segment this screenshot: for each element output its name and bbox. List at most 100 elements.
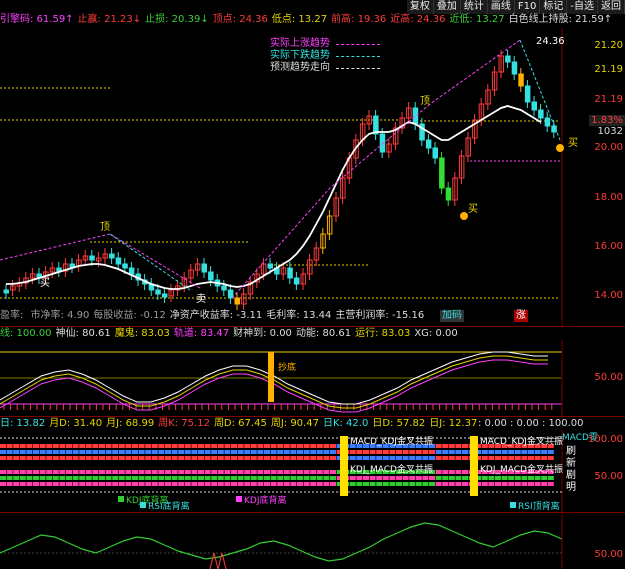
indicator2-band-cell — [462, 444, 468, 448]
indicator2-band-cell — [79, 470, 86, 474]
indicator2-band-cell — [118, 450, 125, 454]
indicator2-band-cell — [244, 476, 251, 480]
toolbar-button[interactable]: 统计 — [460, 0, 488, 14]
indicator2-band-cell — [541, 450, 548, 454]
indicator2-band-cell — [132, 444, 138, 448]
candle-body — [445, 187, 452, 201]
indicator2-band-cell — [165, 450, 171, 454]
toolbar-button[interactable]: 返回 — [598, 0, 625, 14]
indicator2-band-cell — [59, 482, 66, 486]
indicator2-band-cell — [541, 476, 548, 480]
candle-body — [128, 267, 135, 275]
toolbar-button[interactable]: 标记 — [540, 0, 568, 14]
indicator2-band-cell — [442, 470, 449, 474]
toolbar-button[interactable]: 复权 — [406, 0, 434, 14]
indicator2-band-cell — [231, 476, 237, 480]
indicator2-band-cell — [26, 482, 33, 486]
candle-body — [201, 263, 207, 273]
indicator2-band-cell — [59, 456, 66, 460]
indicator1-chart[interactable]: 抄底 — [0, 340, 625, 416]
toolbar-button[interactable]: -自选 — [567, 0, 598, 14]
indicator2-band-cell — [409, 456, 416, 460]
indicator2-band-cell — [442, 450, 449, 454]
indicator2-band-cell — [85, 476, 92, 480]
indicator2-band-cell — [151, 450, 158, 454]
indicator2-band-cell — [250, 476, 257, 480]
indicator2-band-cell — [270, 450, 277, 454]
indicator2-band-cell — [501, 456, 508, 460]
indicator2-band-cell — [462, 470, 468, 474]
indicator2-band-cell — [19, 444, 26, 448]
candle-body — [531, 101, 537, 111]
indicator2-band-cell — [521, 450, 528, 454]
indicator2-band-cell — [290, 482, 297, 486]
trend-legend: 实际上涨趋势 实际下跌趋势 预测趋势走向 — [270, 38, 380, 74]
toolbar-button[interactable]: 画线 — [487, 0, 515, 14]
indicator3-chart[interactable] — [0, 513, 625, 569]
indicator2-band-cell — [396, 482, 402, 486]
indicator2-tag: MACD_KDJ金叉共振 — [480, 435, 563, 447]
indicator2-band-cell — [171, 476, 178, 480]
indicator2-tag: MACD_KDJ金叉共振 — [350, 435, 433, 447]
indicator2-band-cell — [66, 456, 72, 460]
indicator2-band-cell — [237, 470, 244, 474]
candle-body — [287, 267, 293, 279]
indicator2-band-cell — [211, 450, 218, 454]
indicator2-band-cell — [455, 470, 462, 474]
indicator2-band-cell — [514, 456, 521, 460]
indicator2-band-cell — [534, 482, 541, 486]
indicator2-band-cell — [310, 476, 317, 480]
indicator2-band-cell — [26, 444, 33, 448]
indicator2-band-cell — [184, 476, 191, 480]
indicator2-band-cell — [19, 476, 26, 480]
candle-body — [109, 253, 115, 259]
candle-body — [511, 61, 518, 75]
indicator2-band-cell — [455, 444, 462, 448]
indicator2-band-cell — [415, 450, 422, 454]
indicator2-band-cell — [442, 456, 449, 460]
indicator2-band-cell — [191, 444, 198, 448]
indicator2-band-cell — [495, 456, 501, 460]
indicator2-band-cell — [178, 456, 185, 460]
indicator2-band-cell — [369, 450, 376, 454]
indicator2-band-cell — [257, 470, 264, 474]
indicator2-band-cell — [145, 470, 152, 474]
toolbar-button[interactable]: F10 — [514, 0, 541, 14]
indicator2-band-cell — [158, 450, 165, 454]
indicator2-band-cell — [184, 450, 191, 454]
indicator2-band-cell — [264, 476, 270, 480]
indicator2-band-cell — [422, 476, 429, 480]
toolbar-button[interactable]: 叠加 — [433, 0, 461, 14]
indicator2-band-cell — [521, 456, 528, 460]
indicator2-chart[interactable]: MACD_KDJ金叉共振 MACD_KDJ金叉共振 KDJ_MACD金叉共振 KDJ_… — [0, 430, 625, 512]
indicator2-band-cell — [547, 456, 554, 460]
indicator2-band-cell — [178, 470, 185, 474]
indicator2-band-cell — [105, 450, 112, 454]
indicator2-band-cell — [481, 476, 488, 480]
indicator2-band-cell — [363, 482, 369, 486]
indicator2-band-cell — [66, 444, 72, 448]
signal-dot — [556, 144, 564, 152]
indicator2-band-cell — [528, 450, 534, 454]
indicator2-band-cell — [402, 476, 409, 480]
tag-marker — [236, 496, 242, 502]
indicator2-band-cell — [224, 476, 231, 480]
indicator2-band-cell — [33, 456, 39, 460]
indicator2-band-cell — [389, 482, 396, 486]
info-item: 近高: 24.36 — [390, 14, 446, 25]
indicator2-band-cell — [79, 450, 86, 454]
indicator2-band-cell — [6, 470, 13, 474]
indicator2-band-cell — [356, 476, 363, 480]
indicator2-band-cell — [151, 456, 158, 460]
indicator2-band-cell — [105, 476, 112, 480]
indicator2-band-cell — [402, 456, 409, 460]
indicator2-band-cell — [204, 444, 211, 448]
indicator2-band-cell — [495, 476, 501, 480]
indicator2-band-cell — [244, 444, 251, 448]
indicator2-band-cell — [204, 470, 211, 474]
indicator2-band-cell — [72, 482, 79, 486]
indicator2-band-cell — [138, 476, 145, 480]
indicator2-band-cell — [46, 444, 53, 448]
indicator2-band-cell — [382, 456, 389, 460]
indicator2-band-cell — [39, 470, 46, 474]
